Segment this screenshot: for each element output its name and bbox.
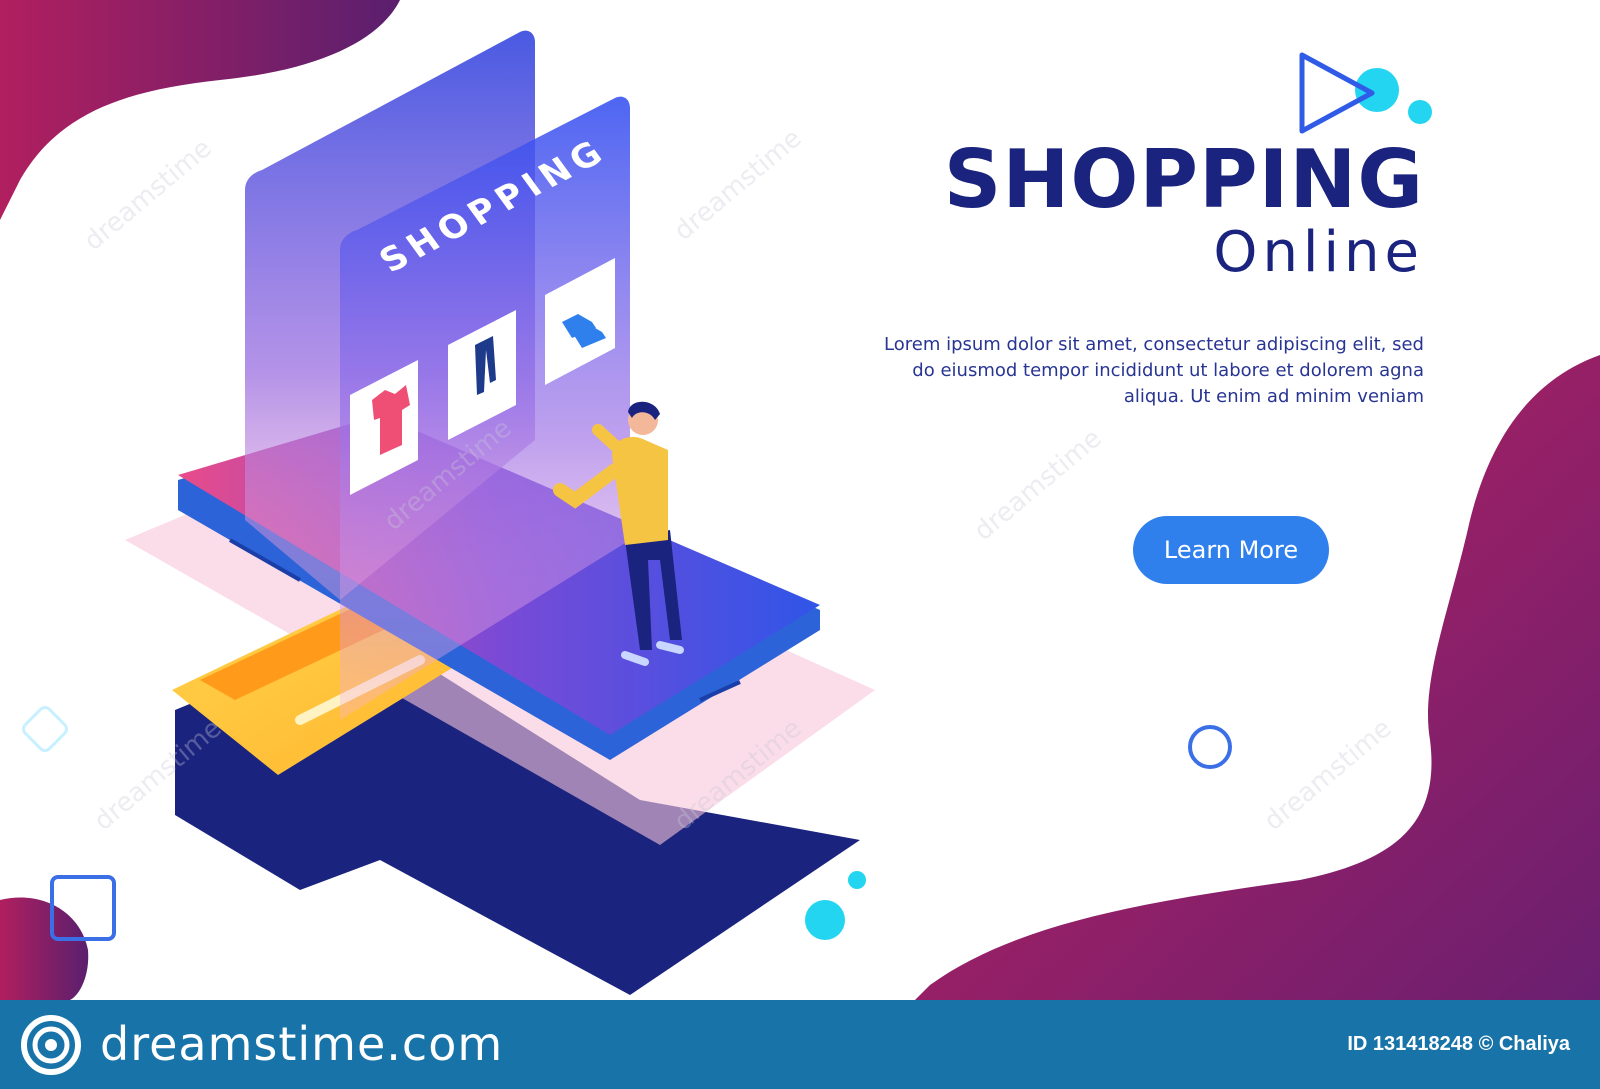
cyan-dot-large (805, 900, 845, 940)
blob-right (915, 355, 1600, 1000)
circle-outline (1188, 725, 1232, 769)
cyan-dot-logo-small (1408, 100, 1432, 124)
hero-title: SHOPPING (943, 133, 1424, 226)
hero-description: Lorem ipsum dolor sit amet, consectetur … (884, 334, 1424, 407)
diamond-outline (21, 705, 69, 753)
hero-subtitle: Online (1213, 220, 1424, 285)
footer-bar: dreamstime.com ID 131418248 © Chaliya (0, 1000, 1600, 1089)
landing-page: SHOPPING dreamstime dreamstime dreamstim… (0, 0, 1600, 1089)
blob-bottom-left (0, 897, 89, 1000)
dreamstime-logo-icon (21, 1015, 81, 1075)
footer-brand[interactable]: dreamstime.com (100, 1014, 503, 1074)
learn-more-button[interactable]: Learn More (1133, 516, 1329, 584)
cyan-dot-small (848, 871, 866, 889)
hero-heading: SHOPPING Online (864, 140, 1424, 286)
image-id-credit: ID 131418248 © Chaliya (1347, 1033, 1570, 1055)
